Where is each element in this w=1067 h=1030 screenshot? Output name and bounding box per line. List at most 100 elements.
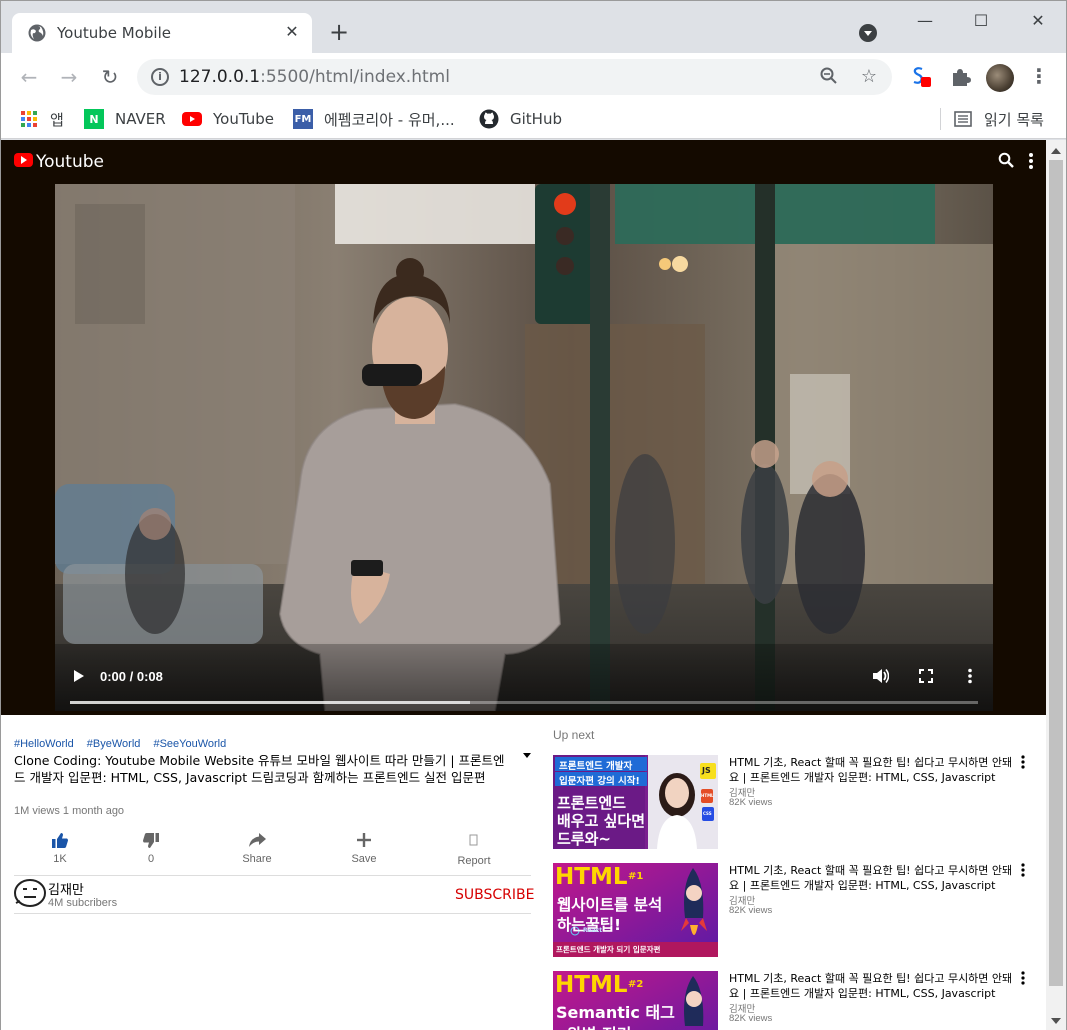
more-vert-icon[interactable] — [1019, 863, 1027, 877]
video-buffer-bar — [70, 701, 470, 704]
hashtag-link[interactable]: #HelloWorld — [14, 738, 74, 750]
share-button[interactable]: Share — [227, 830, 287, 870]
video-progress-bar[interactable] — [70, 701, 978, 704]
youtube-logo-icon[interactable] — [14, 153, 33, 167]
hashtag-link[interactable]: #SeeYouWorld — [153, 738, 226, 750]
back-button[interactable]: ← — [17, 65, 41, 89]
video-thumbnail[interactable]: HTML #1 웹사이트를 분석 하는꿀팁! React 프론트엔드 개발자 되… — [553, 863, 718, 957]
video-actions: 1K 0 Share Save Report — [14, 830, 534, 870]
upnext-views: 82K views — [729, 905, 773, 916]
site-info-icon[interactable]: i — [151, 68, 169, 86]
bookmark-apps[interactable]: 앱 — [21, 108, 64, 130]
bookmark-fmkorea[interactable]: FM 에펨코리아 - 유머,... — [293, 108, 455, 130]
player-more-icon[interactable] — [967, 668, 973, 684]
scroll-thumb[interactable] — [1049, 160, 1063, 986]
minimize-button[interactable]: — — [910, 9, 940, 33]
like-button[interactable]: 1K — [30, 830, 90, 870]
bookmark-github[interactable]: GitHub — [479, 108, 562, 130]
tab-close-icon[interactable]: ✕ — [282, 23, 302, 43]
video-container: 0:00 / 0:08 — [1, 184, 1046, 715]
more-vert-icon[interactable] — [1026, 152, 1036, 170]
browser-toolbar: ← → ↻ i 127.0.0.1:5500/html/index.html ☆… — [1, 53, 1066, 101]
channel-row: 김재만 4M subcribers SUBSCRIBE — [14, 877, 534, 911]
yt-header-title[interactable]: Youtube — [36, 152, 104, 172]
bookmark-star-icon[interactable]: ☆ — [859, 67, 879, 87]
dislike-button[interactable]: 0 — [121, 830, 181, 870]
hashtags: #HelloWorld #ByeWorld #SeeYouWorld — [14, 738, 534, 752]
video-meta: 1M views 1 month ago — [14, 805, 125, 817]
url-text[interactable]: 127.0.0.1:5500/html/index.html — [179, 67, 450, 87]
reading-list-button[interactable]: 읽기 목록 — [953, 108, 1044, 130]
bookmarks-separator — [940, 108, 941, 130]
flag-icon — [469, 834, 478, 846]
scroll-up-icon[interactable] — [1051, 148, 1061, 154]
reading-list-icon — [953, 109, 973, 129]
tab-search-icon[interactable] — [859, 24, 877, 42]
upnext-item[interactable]: HTML #1 웹사이트를 분석 하는꿀팁! React 프론트엔드 개발자 되… — [553, 863, 1038, 957]
page-viewport: Youtube 0:00 / 0:08 #HelloWorld #ByeWorl… — [1, 140, 1046, 1030]
scroll-down-icon[interactable] — [1051, 1018, 1061, 1024]
expand-description-icon[interactable] — [523, 753, 531, 758]
video-title: Clone Coding: Youtube Mobile Website 유튜브… — [14, 753, 505, 785]
yt-header: Youtube — [1, 140, 1046, 184]
channel-avatar[interactable] — [14, 879, 46, 907]
tab-title: Youtube Mobile — [57, 24, 171, 42]
thumbs-up-icon — [52, 832, 68, 848]
maximize-button[interactable]: ☐ — [966, 9, 996, 33]
video-controls: 0:00 / 0:08 — [55, 641, 993, 711]
browser-menu-icon[interactable]: ⋮ — [1029, 65, 1049, 89]
tab-strip: Youtube Mobile ✕ + — ☐ ✕ — [1, 1, 1066, 53]
github-icon — [479, 109, 499, 129]
tab-youtube-mobile[interactable]: Youtube Mobile ✕ — [12, 13, 312, 53]
video-time: 0:00 / 0:08 — [100, 669, 163, 684]
upnext-title[interactable]: HTML 기초, React 할때 꼭 필요한 팁! 쉽다고 무시하면 안돼요 … — [729, 863, 1014, 893]
browser-window: Youtube Mobile ✕ + — ☐ ✕ ← → ↻ i 127.0.0… — [0, 0, 1067, 1030]
channel-name[interactable]: 김재만 — [48, 879, 84, 898]
reload-button[interactable]: ↻ — [98, 65, 122, 89]
plus-icon — [357, 833, 371, 847]
apps-grid-icon — [21, 111, 37, 127]
close-window-button[interactable]: ✕ — [1023, 9, 1053, 33]
bookmark-youtube[interactable]: YouTube — [182, 108, 274, 130]
new-tab-button[interactable]: + — [327, 20, 351, 44]
address-bar[interactable]: i 127.0.0.1:5500/html/index.html ☆ — [137, 59, 892, 95]
video-thumbnail[interactable]: 프론트엔드 개발자 입문자편 강의 시작! 프론트엔드 배우고 싶다면 드루와~… — [553, 755, 718, 849]
page-scrollbar[interactable] — [1046, 140, 1066, 1030]
bookmark-naver[interactable]: N NAVER — [84, 108, 166, 130]
search-icon[interactable] — [998, 152, 1014, 168]
forward-button[interactable]: → — [57, 65, 81, 89]
share-icon — [248, 833, 266, 847]
divider — [14, 913, 531, 914]
extension-s-icon[interactable] — [909, 65, 931, 87]
globe-icon — [28, 24, 46, 42]
naver-icon: N — [84, 109, 104, 129]
upnext-title[interactable]: HTML 기초, React 할때 꼭 필요한 팁! 쉽다고 무시하면 안돼요 … — [729, 755, 1014, 785]
upnext-item[interactable]: 프론트엔드 개발자 입문자편 강의 시작! 프론트엔드 배우고 싶다면 드루와~… — [553, 755, 1038, 849]
zoom-icon[interactable] — [819, 67, 839, 87]
report-button[interactable]: Report — [444, 830, 504, 870]
upnext-label: Up next — [553, 728, 595, 742]
video-player[interactable]: 0:00 / 0:08 — [55, 184, 993, 711]
channel-subscribers: 4M subcribers — [48, 897, 118, 909]
upnext-views: 82K views — [729, 797, 773, 808]
volume-icon[interactable] — [872, 668, 889, 684]
video-info: #HelloWorld #ByeWorld #SeeYouWorld Clone… — [14, 738, 534, 914]
upnext-item[interactable]: HTML #2 Semantic 태그 완벽 정리 HTML 기초, React… — [553, 971, 1038, 1030]
play-icon[interactable] — [73, 669, 85, 683]
hashtag-link[interactable]: #ByeWorld — [87, 738, 141, 750]
fullscreen-icon[interactable] — [919, 669, 933, 683]
thumbs-down-icon — [143, 832, 159, 848]
upnext-views: 82K views — [729, 1013, 773, 1024]
save-button[interactable]: Save — [334, 830, 394, 870]
divider — [14, 875, 531, 876]
extensions-puzzle-icon[interactable] — [949, 66, 971, 88]
subscribe-button[interactable]: SUBSCRIBE — [455, 887, 534, 903]
youtube-icon — [182, 109, 202, 129]
bookmarks-bar: 앱 N NAVER YouTube FM 에펨코리아 - 유머,... GitH… — [1, 101, 1066, 139]
more-vert-icon[interactable] — [1019, 971, 1027, 985]
video-frame-image — [55, 184, 993, 711]
video-thumbnail[interactable]: HTML #2 Semantic 태그 완벽 정리 — [553, 971, 718, 1030]
upnext-title[interactable]: HTML 기초, React 할때 꼭 필요한 팁! 쉽다고 무시하면 안돼요 … — [729, 971, 1014, 1001]
more-vert-icon[interactable] — [1019, 755, 1027, 769]
profile-avatar[interactable] — [986, 64, 1014, 92]
